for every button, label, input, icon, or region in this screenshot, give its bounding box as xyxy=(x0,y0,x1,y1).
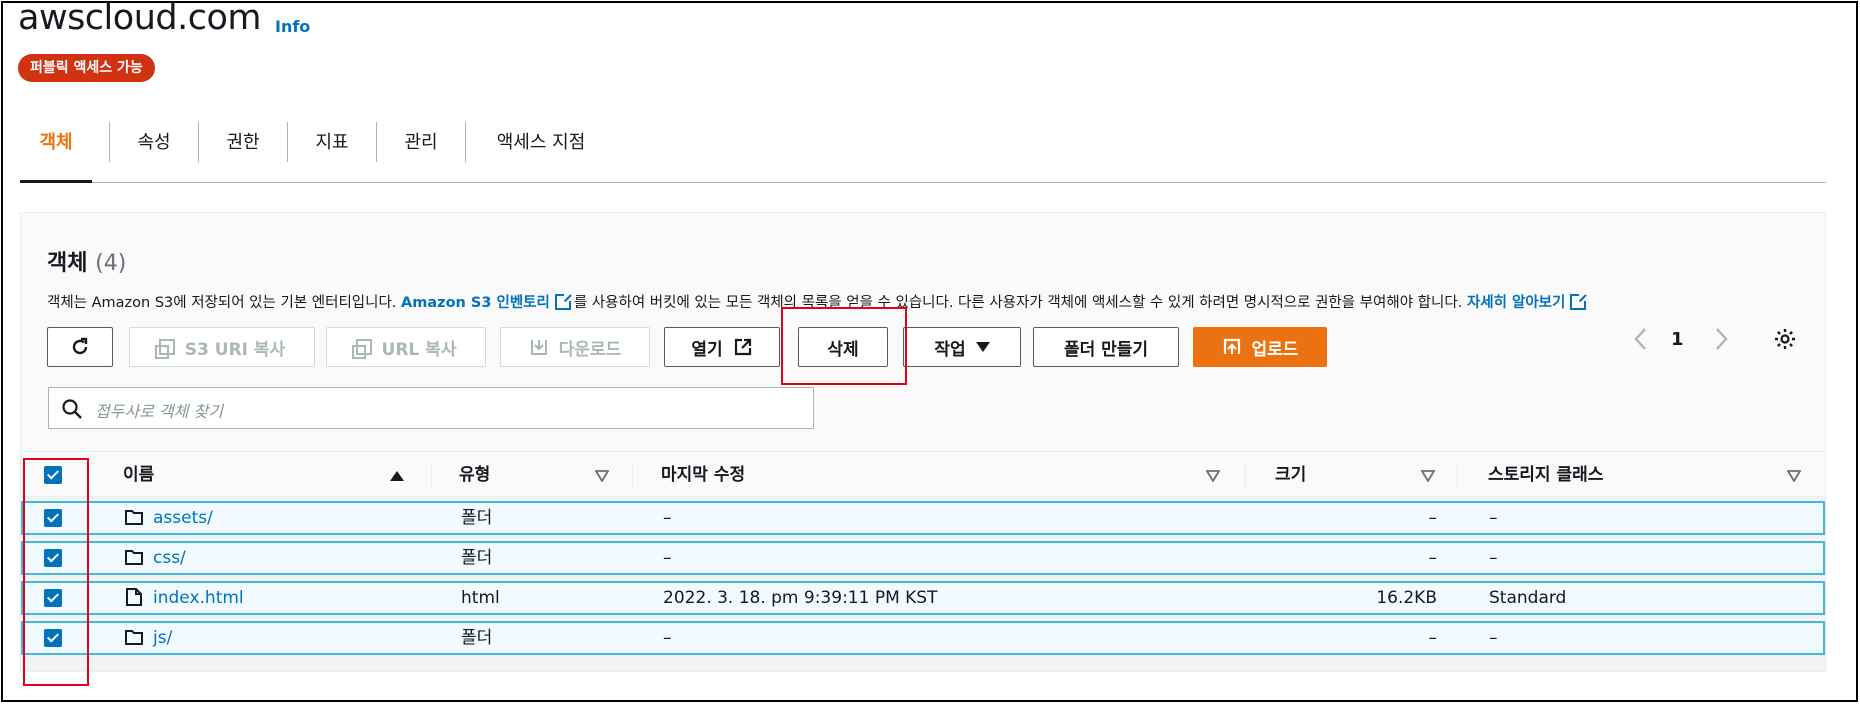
table-row[interactable]: css/ 폴더 – – – xyxy=(21,541,1825,575)
sort-ascending-icon[interactable] xyxy=(390,470,404,482)
sort-icon[interactable] xyxy=(1787,470,1801,482)
col-type[interactable]: 유형 xyxy=(459,452,490,498)
object-size: – xyxy=(1428,508,1438,528)
object-type: 폴더 xyxy=(461,628,493,648)
object-name-link[interactable]: assets/ xyxy=(153,503,213,533)
object-storage-class: – xyxy=(1489,508,1498,528)
copy-icon xyxy=(351,339,372,359)
objects-header: 객체 (4) 객체는 Amazon S3에 저장되어 있는 기본 엔터티입니다.… xyxy=(21,213,1825,451)
column-divider xyxy=(632,464,633,488)
object-type: 폴더 xyxy=(461,508,493,528)
upload-button[interactable]: 업로드 xyxy=(1193,327,1327,367)
col-size[interactable]: 크기 xyxy=(1275,452,1306,498)
desc-text-2: 를 사용하여 버킷에 있는 모든 객체의 목록을 얻을 수 있습니다. 다른 사… xyxy=(573,295,1467,311)
file-icon xyxy=(126,588,142,606)
object-size: 16.2KB xyxy=(1376,588,1437,608)
table-row[interactable]: assets/ 폴더 – – – xyxy=(21,501,1825,535)
prev-page-icon[interactable] xyxy=(1633,327,1649,351)
sort-icon[interactable] xyxy=(1206,470,1220,482)
copy-s3-uri-label: S3 URI 복사 xyxy=(184,339,286,360)
tab-access-points[interactable]: 액세스 지점 xyxy=(466,120,616,183)
object-last-modified: – xyxy=(663,548,672,568)
next-page-icon[interactable] xyxy=(1713,327,1729,351)
tab-objects[interactable]: 객체 xyxy=(20,120,92,183)
objects-title: 객체 (4) xyxy=(47,245,126,277)
info-link[interactable]: Info xyxy=(275,17,310,36)
object-name-link[interactable]: js/ xyxy=(153,623,172,653)
copy-url-label: URL 복사 xyxy=(381,339,457,360)
search-input[interactable]: 접두사로 객체 찾기 xyxy=(48,387,814,429)
refresh-icon xyxy=(72,337,88,355)
actions-dropdown[interactable]: 작업 xyxy=(903,327,1021,367)
object-name-link[interactable]: css/ xyxy=(153,543,186,573)
tab-properties[interactable]: 속성 xyxy=(110,120,198,183)
search-icon xyxy=(62,399,82,419)
download-button[interactable]: 다운로드 xyxy=(500,327,650,367)
public-access-badge: 퍼블릭 액세스 가능 xyxy=(18,54,155,82)
object-type: html xyxy=(461,588,500,608)
caret-down-icon xyxy=(975,342,990,352)
tab-metrics[interactable]: 지표 xyxy=(288,120,376,183)
object-size: – xyxy=(1428,628,1438,648)
object-last-modified: – xyxy=(663,628,672,648)
object-last-modified: – xyxy=(663,508,672,528)
checkbox-highlight-box xyxy=(23,458,89,686)
object-storage-class: – xyxy=(1489,548,1498,568)
open-button[interactable]: 열기 xyxy=(664,327,780,367)
copy-url-button[interactable]: URL 복사 xyxy=(326,327,486,367)
search-placeholder: 접두사로 객체 찾기 xyxy=(95,402,223,421)
table-row[interactable]: js/ 폴더 – – – xyxy=(21,621,1825,655)
refresh-button[interactable] xyxy=(47,327,113,367)
object-storage-class: – xyxy=(1489,628,1498,648)
object-storage-class: Standard xyxy=(1489,588,1567,608)
sort-icon[interactable] xyxy=(595,470,609,482)
object-name-link[interactable]: index.html xyxy=(153,583,244,613)
delete-highlight-box xyxy=(781,307,907,385)
copy-s3-uri-button[interactable]: S3 URI 복사 xyxy=(129,327,315,367)
folder-icon xyxy=(125,510,143,525)
column-divider xyxy=(1457,464,1458,488)
object-type: 폴더 xyxy=(461,548,493,568)
settings-gear-icon[interactable] xyxy=(1773,327,1797,351)
upload-label: 업로드 xyxy=(1251,339,1299,360)
learn-more-link[interactable]: 자세히 알아보기 xyxy=(1467,295,1565,311)
inventory-link[interactable]: Amazon S3 인벤토리 xyxy=(401,295,550,311)
download-label: 다운로드 xyxy=(558,339,622,360)
table-row[interactable]: index.html html 2022. 3. 18. pm 9:39:11 … xyxy=(21,581,1825,615)
col-last-modified[interactable]: 마지막 수정 xyxy=(661,452,745,498)
objects-title-text: 객체 xyxy=(47,251,88,276)
tab-bar: 객체 속성 권한 지표 관리 액세스 지점 xyxy=(20,120,1826,183)
desc-text-1: 객체는 Amazon S3에 저장되어 있는 기본 엔터티입니다. xyxy=(47,295,402,311)
copy-icon xyxy=(154,339,175,359)
page-number[interactable]: 1 xyxy=(1671,329,1684,350)
table-header: 이름 유형 마지막 수정 크기 스토리지 클래스 xyxy=(21,451,1825,497)
objects-count: (4) xyxy=(95,251,127,276)
objects-panel: 객체 (4) 객체는 Amazon S3에 저장되어 있는 기본 엔터티입니다.… xyxy=(20,212,1826,672)
open-label: 열기 xyxy=(691,339,723,360)
column-divider xyxy=(431,464,432,488)
folder-icon xyxy=(125,550,143,565)
sort-icon[interactable] xyxy=(1421,470,1435,482)
tab-permissions[interactable]: 권한 xyxy=(199,120,287,183)
create-folder-button[interactable]: 폴더 만들기 xyxy=(1033,327,1179,367)
external-link-icon xyxy=(554,293,572,310)
external-link-icon xyxy=(734,338,751,356)
download-icon xyxy=(530,340,547,355)
bucket-title: awscloud.com xyxy=(18,0,261,38)
upload-icon xyxy=(1223,338,1240,354)
col-storage-class[interactable]: 스토리지 클래스 xyxy=(1488,452,1603,498)
col-name[interactable]: 이름 xyxy=(123,452,154,498)
external-link-icon xyxy=(1570,293,1588,310)
actions-label: 작업 xyxy=(934,339,966,360)
folder-icon xyxy=(125,630,143,645)
tab-management[interactable]: 관리 xyxy=(377,120,465,183)
object-size: – xyxy=(1428,548,1438,568)
column-divider xyxy=(1245,464,1246,488)
object-last-modified: 2022. 3. 18. pm 9:39:11 PM KST xyxy=(663,588,938,608)
